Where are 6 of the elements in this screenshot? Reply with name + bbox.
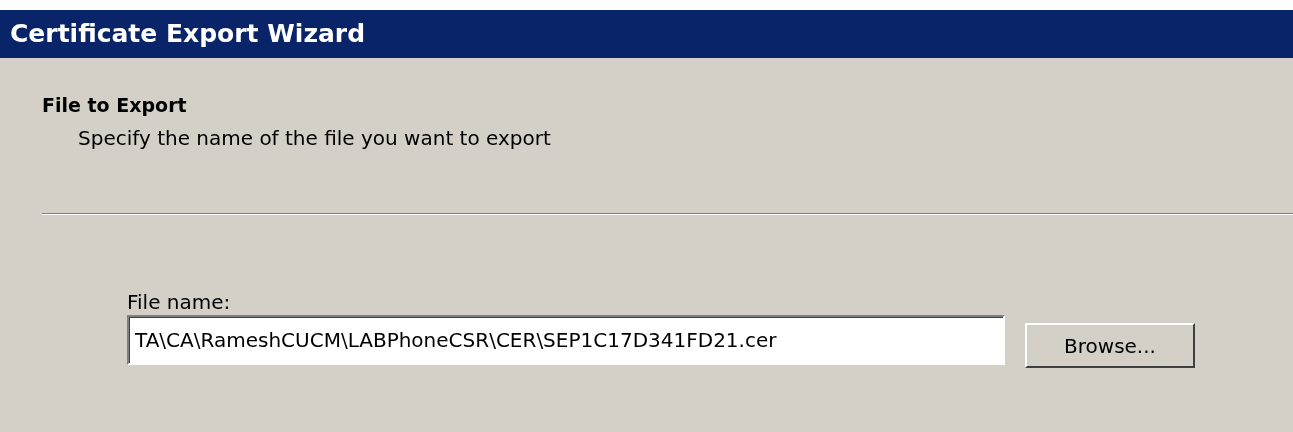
field-label: File name: (127, 289, 232, 315)
window-title: Certificate Export Wizard (10, 18, 366, 51)
page-heading: File to Export (42, 93, 188, 118)
file-name-field[interactable]: TA\CA\RameshCUCM\LABPhoneCSR\CER\SEP1C17D341FD21.cer (127, 315, 1005, 365)
page-description: Specify the name of the file you want to export (78, 125, 552, 152)
browse-button[interactable]: Browse... (1025, 323, 1195, 368)
